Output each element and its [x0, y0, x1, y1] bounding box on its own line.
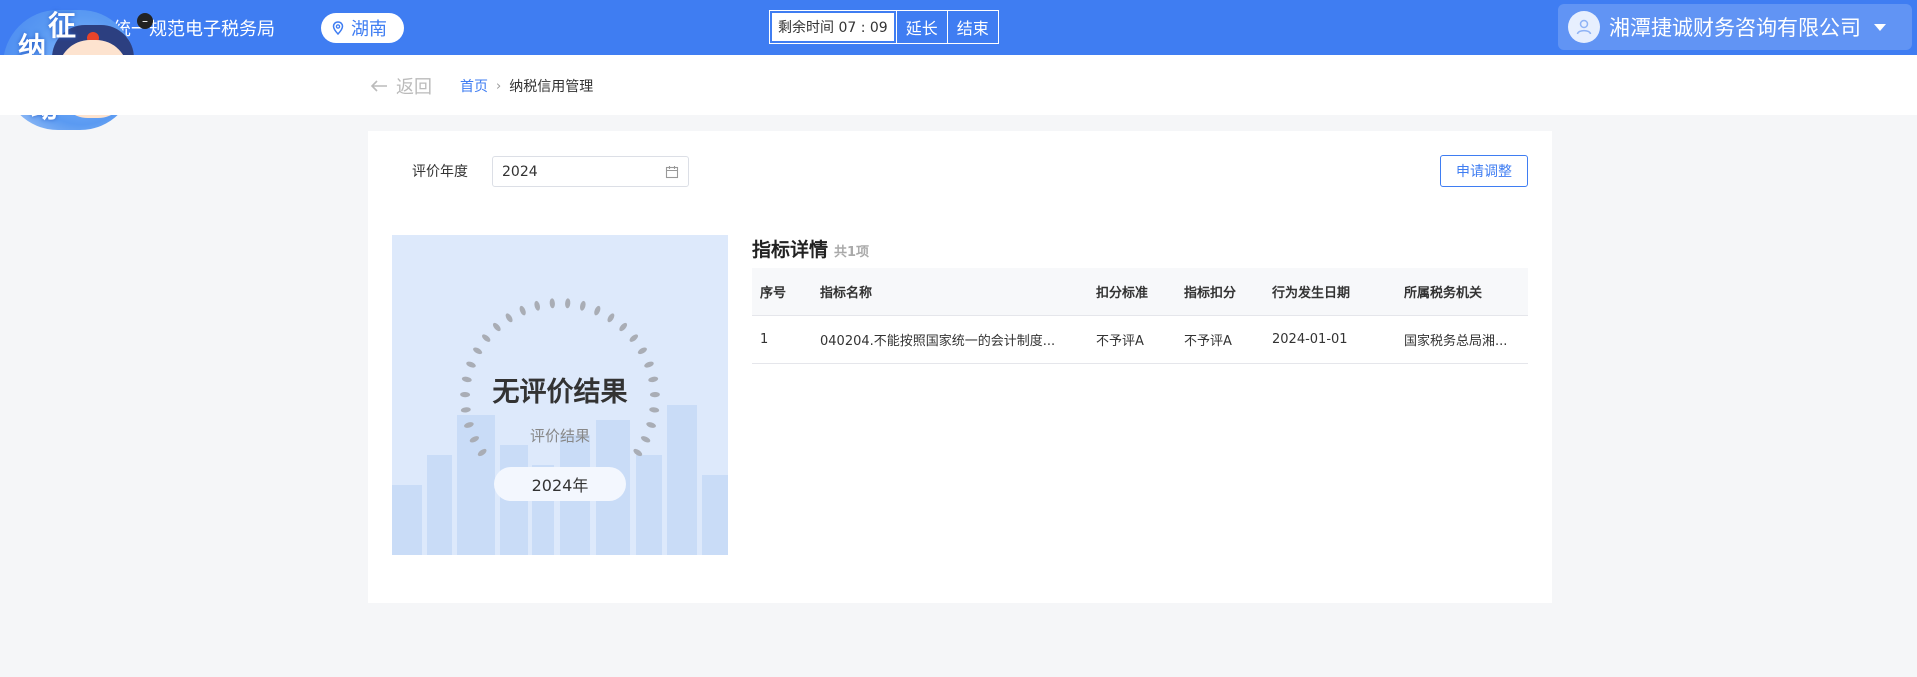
column-header: 扣分标准	[1088, 268, 1176, 316]
result-year-pill: 2024年	[494, 467, 626, 501]
ring-dot	[633, 448, 643, 457]
ring-dot	[607, 313, 615, 323]
ring-dot	[619, 322, 628, 332]
ring-dot	[477, 448, 487, 457]
table-row[interactable]: 1 040204.不能按照国家统一的会计制度... 不予评A 不予评A 2024…	[752, 315, 1528, 364]
table-cell: 不予评A	[1088, 315, 1176, 364]
year-value: 2024	[502, 163, 538, 180]
column-header: 所属税务机关	[1396, 268, 1528, 316]
detail-header: 指标详情 共1项	[752, 235, 869, 262]
ring-dot	[534, 300, 540, 311]
ring-dot	[519, 305, 526, 316]
location-pin-icon	[332, 21, 344, 35]
breadcrumb: 首页 › 纳税信用管理	[460, 76, 593, 96]
mascot-char: 征	[48, 9, 77, 42]
top-header: 国统一规范电子税务局 湖南 剩余时间 07 : 09 延长 结束 湘潭捷诚财务咨…	[0, 0, 1917, 55]
evaluation-result-panel: 无评价结果 评价结果 2024年	[392, 235, 728, 555]
chevron-down-icon	[1874, 23, 1886, 31]
ring-dot	[644, 361, 654, 368]
table-cell: 1	[752, 315, 812, 364]
apply-adjustment-button[interactable]: 申请调整	[1440, 155, 1528, 187]
ring-dot	[473, 347, 483, 355]
ring-dot	[637, 347, 647, 355]
indicator-table: 序号 指标名称 扣分标准 指标扣分 行为发生日期 所属税务机关 1 040204…	[752, 268, 1528, 364]
breadcrumb-current: 纳税信用管理	[509, 79, 594, 95]
arrow-left-icon	[370, 80, 387, 92]
minimize-mascot-button[interactable]: –	[137, 13, 153, 29]
ring-dot	[492, 322, 501, 332]
column-header: 行为发生日期	[1264, 268, 1396, 316]
company-menu[interactable]: 湘潭捷诚财务咨询有限公司	[1558, 4, 1912, 50]
column-header: 指标扣分	[1176, 268, 1264, 316]
user-avatar-icon	[1568, 11, 1600, 43]
session-timer: 剩余时间 07 : 09	[772, 13, 894, 41]
table-cell: 不予评A	[1176, 315, 1264, 364]
region-selector[interactable]: 湖南	[321, 13, 404, 43]
table-header-row: 序号 指标名称 扣分标准 指标扣分 行为发生日期 所属税务机关	[752, 268, 1528, 316]
column-header: 序号	[752, 268, 812, 316]
result-title: 无评价结果	[492, 377, 628, 408]
ring-dot	[481, 334, 491, 342]
year-picker-input[interactable]: 2024	[492, 156, 689, 187]
back-button[interactable]: 返回	[370, 73, 432, 99]
column-header: 指标名称	[812, 268, 1088, 316]
result-subtitle: 评价结果	[529, 427, 590, 445]
ring-dot	[505, 313, 513, 323]
detail-count: 共1项	[834, 245, 870, 260]
year-label: 评价年度	[412, 164, 468, 180]
table-cell: 国家税务总局湘...	[1396, 315, 1528, 364]
calendar-icon	[665, 166, 679, 179]
session-controls: 剩余时间 07 : 09 延长 结束	[769, 10, 999, 44]
extend-button[interactable]: 延长	[895, 11, 947, 43]
table-cell: 2024-01-01	[1264, 315, 1396, 364]
ring-dot	[594, 305, 601, 316]
region-label: 湖南	[351, 19, 387, 40]
breadcrumb-home-link[interactable]: 首页	[460, 76, 488, 96]
ring-dot	[580, 300, 586, 311]
end-button[interactable]: 结束	[946, 11, 998, 43]
ring-dot	[549, 298, 555, 309]
ring-dot	[466, 361, 476, 368]
ring-dot	[629, 334, 639, 342]
detail-title: 指标详情	[752, 239, 829, 261]
ring-dot	[565, 298, 571, 309]
sub-navigation-bar	[0, 55, 1917, 115]
table-cell: 040204.不能按照国家统一的会计制度...	[812, 315, 1088, 364]
company-name: 湘潭捷诚财务咨询有限公司	[1609, 16, 1861, 40]
chevron-right-icon: ›	[496, 78, 502, 94]
back-label: 返回	[396, 77, 432, 98]
